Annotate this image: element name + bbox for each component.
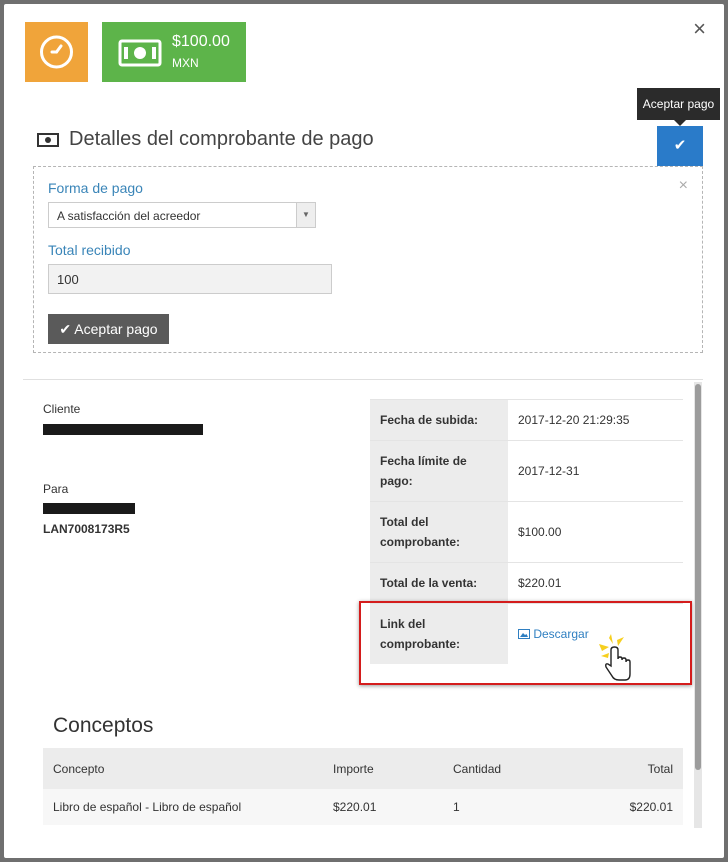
check-icon: ✔	[59, 321, 72, 337]
detail-key: Total del comprobante:	[370, 501, 508, 563]
clock-tile	[25, 22, 88, 82]
section-title: Detalles del comprobante de pago	[37, 128, 374, 151]
table-row: Libro de español - Libro de español $220…	[43, 789, 683, 825]
table-row: Fecha límite de pago: 2017-12-31	[370, 440, 683, 502]
column-header: Concepto	[43, 748, 323, 789]
divider	[23, 379, 703, 380]
redacted-client-email	[43, 424, 203, 435]
detail-value: $220.01	[508, 562, 683, 604]
amount-cell: $220.01	[323, 789, 443, 825]
accept-payment-label: Aceptar pago	[74, 321, 158, 337]
amount-tile: $100.00 MXN	[102, 22, 246, 82]
accept-payment-button[interactable]: ✔ Aceptar pago	[48, 314, 169, 344]
money-icon	[118, 39, 162, 67]
scrollbar[interactable]	[694, 382, 702, 828]
total-received-label: Total recibido	[48, 242, 131, 258]
money-icon	[37, 133, 59, 147]
table-row: Fecha de subida: 2017-12-20 21:29:35	[370, 399, 683, 441]
check-icon: ✔	[673, 137, 687, 154]
total-cell: $220.01	[563, 789, 683, 825]
hand-cursor-icon	[599, 634, 631, 681]
table-header-row: Concepto Importe Cantidad Total	[43, 748, 683, 789]
total-received-input[interactable]: 100	[48, 264, 332, 294]
chevron-down-icon: ▼	[296, 203, 315, 227]
clock-icon	[40, 35, 73, 69]
recipient-rfc: LAN7008173R5	[43, 522, 130, 536]
detail-key: Total de la venta:	[370, 562, 508, 604]
concepts-table: Concepto Importe Cantidad Total Libro de…	[43, 748, 683, 825]
column-header: Total	[563, 748, 683, 789]
detail-value: 2017-12-20 21:29:35	[508, 399, 683, 441]
amount-value: $100.00	[172, 33, 230, 50]
recipient-label: Para	[43, 482, 69, 496]
accept-payment-tooltip: Aceptar pago	[637, 88, 720, 126]
detail-value: 2017-12-31	[508, 440, 683, 502]
section-title-text: Detalles del comprobante de pago	[69, 128, 374, 150]
detail-key: Fecha límite de pago:	[370, 440, 508, 502]
detail-value: $100.00	[508, 501, 683, 563]
payment-form: × Forma de pago A satisfacción del acree…	[33, 166, 703, 353]
table-row: Total del comprobante: $100.00	[370, 501, 683, 563]
close-button[interactable]: ×	[693, 18, 706, 40]
client-label: Cliente	[43, 402, 81, 416]
detail-key: Fecha de subida:	[370, 399, 508, 441]
accept-payment-icon-button[interactable]: ✔	[657, 126, 703, 166]
payment-method-value: A satisfacción del acreedor	[57, 209, 201, 223]
column-header: Importe	[323, 748, 443, 789]
currency-label: MXN	[172, 56, 199, 70]
concepts-title: Conceptos	[53, 714, 154, 737]
payment-method-select[interactable]: A satisfacción del acreedor ▼	[48, 202, 316, 228]
remove-form-button[interactable]: ×	[679, 177, 688, 195]
highlight-box	[359, 601, 692, 685]
table-row: Total de la venta: $220.01	[370, 562, 683, 604]
column-header: Cantidad	[443, 748, 563, 789]
redacted-recipient-name	[43, 503, 135, 514]
payment-method-label: Forma de pago	[48, 180, 143, 196]
concept-cell: Libro de español - Libro de español	[43, 789, 323, 825]
quantity-cell: 1	[443, 789, 563, 825]
payment-modal: × $100.00 MXN Aceptar pago ✔ Detalles de…	[4, 4, 724, 858]
scrollbar-thumb[interactable]	[695, 384, 701, 770]
